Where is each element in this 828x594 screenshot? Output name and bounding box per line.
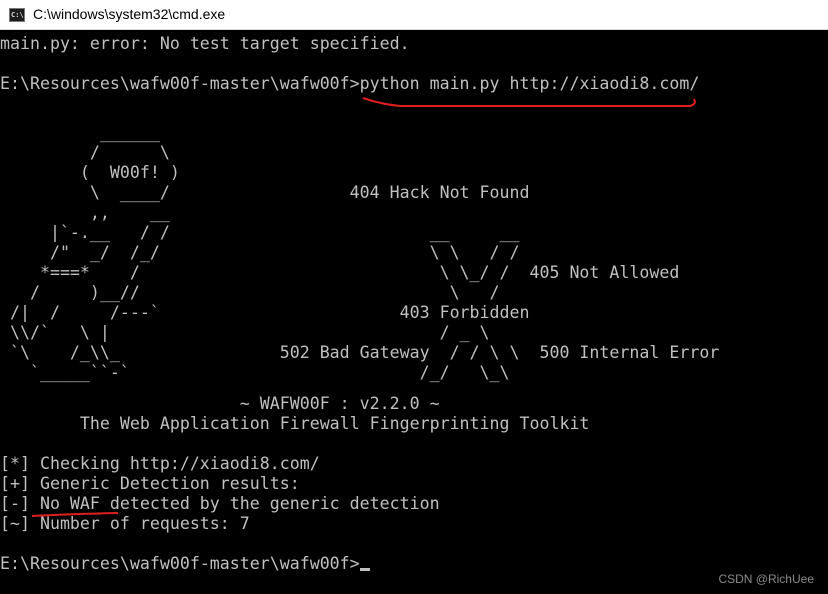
tagline: The Web Application Firewall Fingerprint… <box>0 414 590 433</box>
result-generic: [+] Generic Detection results: <box>0 474 300 493</box>
console-output[interactable]: main.py: error: No test target specified… <box>0 30 828 594</box>
result-no-waf: [-] No WAF detected by the generic detec… <box>0 494 440 513</box>
prompt-path: E:\Resources\wafw00f-master\wafw00f> <box>0 74 360 93</box>
text-cursor <box>359 568 370 571</box>
wafw00f-banner-art: ______ / \ ( W00f! ) \ ____/ 404 Hack No… <box>9 123 720 382</box>
cmd-icon: C:\ <box>9 8 25 22</box>
result-requests: [~] Number of requests: 7 <box>0 514 250 533</box>
command-text: python main.py http://xiaodi8.com/ <box>359 74 700 93</box>
command-line-1: E:\Resources\wafw00f-master\wafw00f>pyth… <box>0 74 699 94</box>
command-line-2[interactable]: E:\Resources\wafw00f-master\wafw00f> <box>0 554 370 574</box>
error-line: main.py: error: No test target specified… <box>0 34 410 53</box>
title-bar: C:\ C:\windows\system32\cmd.exe <box>0 0 828 30</box>
result-checking: [*] Checking http://xiaodi8.com/ <box>0 454 320 473</box>
window-title: C:\windows\system32\cmd.exe <box>33 6 226 22</box>
watermark: CSDN @RichUee <box>718 572 814 586</box>
version-line: ~ WAFW00F : v2.2.0 ~ <box>0 394 440 413</box>
prompt-path-2: E:\Resources\wafw00f-master\wafw00f> <box>0 554 360 573</box>
